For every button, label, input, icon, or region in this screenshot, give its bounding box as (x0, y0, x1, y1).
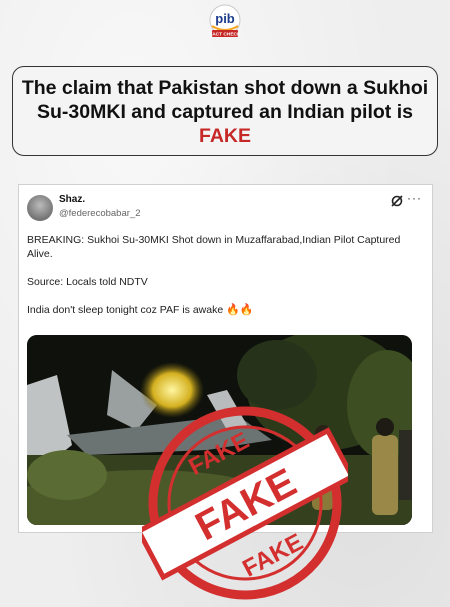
more-icon[interactable]: ··· (407, 191, 422, 205)
author-handle[interactable]: @federecobabar_2 (59, 208, 140, 219)
logo-text: pib (215, 11, 235, 26)
tweet-paragraph: BREAKING: Sukhoi Su-30MKI Shot down in M… (27, 234, 401, 260)
tweet-paragraph: Source: Locals told NDTV (27, 276, 148, 288)
fire-emoji: 🔥🔥 (226, 304, 254, 316)
tweet-paragraph-text: India don't sleep tonight coz PAF is awa… (27, 304, 224, 316)
tweet-paragraph: India don't sleep tonight coz PAF is awa… (27, 303, 422, 317)
headline-box: The claim that Pakistan shot down a Sukh… (12, 66, 438, 156)
fake-stamp: FAKE FAKE FAKE (142, 406, 348, 600)
author-name[interactable]: Shaz. (59, 194, 85, 205)
tweet-body: BREAKING: Sukhoi Su-30MKI Shot down in M… (27, 233, 422, 331)
headline-text: The claim that Pakistan shot down a Sukh… (21, 77, 429, 123)
pib-fact-check-logo: pib FACT CHECK (209, 4, 241, 38)
grok-icon[interactable] (390, 194, 404, 208)
logo-subtext: FACT CHECK (210, 32, 241, 38)
avatar[interactable] (27, 195, 53, 221)
verdict-label: FAKE (198, 125, 251, 147)
